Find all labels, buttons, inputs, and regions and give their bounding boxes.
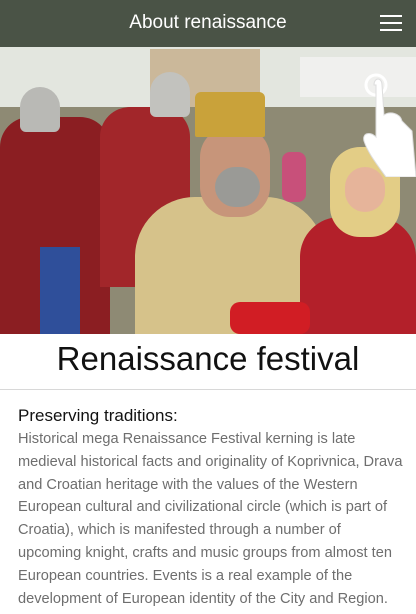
- section-heading: Preserving traditions:: [18, 406, 178, 425]
- content-area: Renaissance festival Preserving traditio…: [0, 334, 416, 614]
- divider: [0, 389, 416, 390]
- tap-gesture-icon: [363, 73, 416, 177]
- hamburger-menu-icon[interactable]: [380, 13, 402, 33]
- body-text: Historical mega Renaissance Festival ker…: [18, 431, 403, 607]
- app-bar-title: About renaissance: [129, 12, 287, 33]
- hero-image: [0, 47, 416, 334]
- page-title: Renaissance festival: [56, 340, 360, 377]
- app-bar: About renaissance: [0, 0, 416, 47]
